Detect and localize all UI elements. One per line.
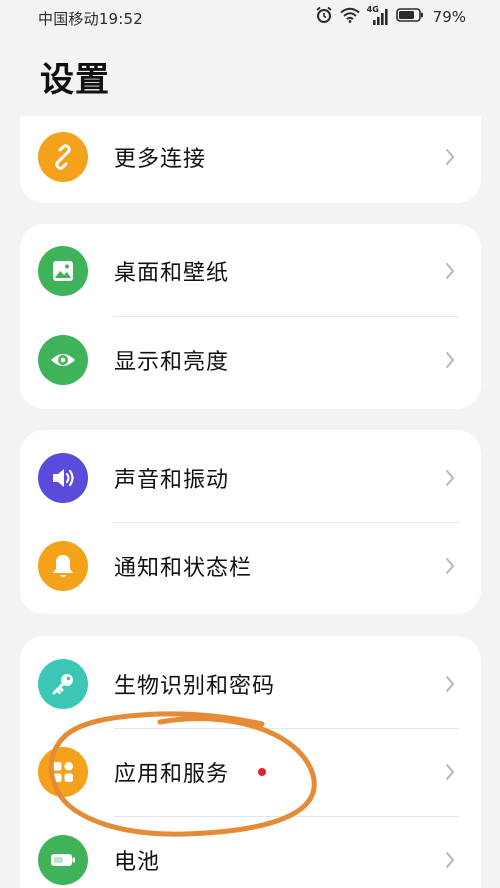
notification-badge-dot xyxy=(258,768,266,776)
speaker-icon xyxy=(38,453,88,503)
connectivity-card: 更多连接 xyxy=(20,116,481,203)
wifi-icon xyxy=(340,7,360,27)
cellular-signal-icon: 4G xyxy=(367,5,389,26)
settings-item-label: 更多连接 xyxy=(114,147,207,172)
status-left: 中国移动19:52 xyxy=(38,8,143,29)
settings-item-label: 生物识别和密码 xyxy=(114,674,276,699)
bell-icon xyxy=(38,541,88,591)
settings-item-label: 应用和服务 xyxy=(114,762,230,787)
chevron-right-icon xyxy=(446,676,455,692)
status-bar: 中国移动19:52 4G 79% xyxy=(0,0,500,36)
settings-item-notifications[interactable]: 通知和状态栏 xyxy=(20,522,481,610)
battery-status-icon xyxy=(395,7,424,27)
image-icon xyxy=(38,246,88,296)
settings-item-label: 通知和状态栏 xyxy=(114,556,253,581)
eye-icon xyxy=(38,335,88,385)
settings-item-label: 桌面和壁纸 xyxy=(114,261,230,286)
settings-item-sound-vibration[interactable]: 声音和振动 xyxy=(20,434,481,522)
settings-item-label: 显示和亮度 xyxy=(114,350,230,375)
chevron-right-icon xyxy=(446,852,455,868)
display-card: 桌面和壁纸 显示和亮度 xyxy=(20,224,481,409)
chevron-right-icon xyxy=(446,263,455,279)
sound-card: 声音和振动 通知和状态栏 xyxy=(20,430,481,614)
chevron-right-icon xyxy=(446,764,455,780)
settings-item-label: 电池 xyxy=(114,850,161,875)
link-icon xyxy=(38,132,88,182)
key-icon xyxy=(38,659,88,709)
chevron-right-icon xyxy=(446,149,455,165)
system-card: 生物识别和密码 应用和服务 电池 xyxy=(20,636,481,888)
settings-item-biometrics-password[interactable]: 生物识别和密码 xyxy=(20,640,481,728)
status-time: 19:52 xyxy=(98,10,144,28)
settings-item-battery[interactable]: 电池 xyxy=(20,816,481,888)
carrier-name: 中国移动 xyxy=(38,10,99,28)
apps-grid-icon xyxy=(38,747,88,797)
battery-icon xyxy=(38,835,88,885)
settings-item-display-brightness[interactable]: 显示和亮度 xyxy=(20,316,481,404)
page-title: 设置 xyxy=(40,60,110,100)
settings-item-apps-services[interactable]: 应用和服务 xyxy=(20,728,481,816)
alarm-icon xyxy=(315,6,333,28)
settings-item-more-connections[interactable]: 更多连接 xyxy=(20,116,481,201)
settings-item-label: 声音和振动 xyxy=(114,468,230,493)
status-right: 4G 79% xyxy=(315,5,466,28)
chevron-right-icon xyxy=(446,558,455,574)
chevron-right-icon xyxy=(446,470,455,486)
settings-item-wallpaper[interactable]: 桌面和壁纸 xyxy=(20,227,481,315)
battery-percentage: 79% xyxy=(432,8,466,26)
chevron-right-icon xyxy=(446,352,455,368)
